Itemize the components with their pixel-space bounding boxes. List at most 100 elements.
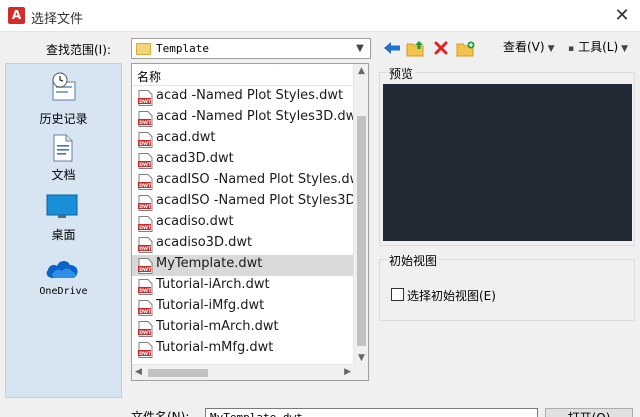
folder-icon (136, 43, 151, 55)
scroll-down-icon[interactable]: ▼ (354, 353, 368, 363)
title-bar: A 选择文件 ✕ (0, 0, 640, 32)
place-documents-label: 文档 (51, 168, 76, 182)
dwt-file-icon: DWT (138, 216, 153, 232)
file-name: Tutorial-iMfg.dwt (156, 298, 265, 313)
initial-view-checkbox[interactable] (391, 288, 404, 301)
dwt-file-icon-label: DWT (139, 120, 152, 126)
dwt-file-icon: DWT (138, 195, 153, 211)
filename-input[interactable]: MyTemplate.dwt (205, 408, 538, 417)
file-row[interactable]: DWT Tutorial-mArch.dwt (132, 318, 354, 339)
file-row[interactable]: DWT acadiso3D.dwt (132, 234, 354, 255)
vertical-scroll-thumb[interactable] (357, 116, 366, 346)
dwt-file-icon: DWT (138, 300, 153, 316)
dwt-file-icon-label: DWT (139, 225, 152, 231)
desktop-icon (46, 194, 78, 218)
view-menu-label: 查看(V) (503, 40, 545, 54)
place-documents[interactable]: 文档 (6, 132, 121, 184)
history-icon (52, 72, 76, 101)
preview-title: 预览 (387, 65, 416, 82)
file-name: acadISO -Named Plot Styles.dwt (156, 172, 366, 187)
dwt-file-icon-label: DWT (139, 183, 152, 189)
sort-up-icon: ⌃ (274, 63, 283, 72)
place-desktop[interactable]: 桌面 (6, 192, 121, 244)
dwt-file-icon-label: DWT (139, 288, 152, 294)
dwt-file-icon: DWT (138, 174, 153, 190)
open-button[interactable]: 打开(O) (545, 408, 633, 417)
file-name: acad -Named Plot Styles3D.dwt (156, 109, 362, 124)
file-row[interactable]: DWT acad -Named Plot Styles.dwt (132, 87, 354, 108)
filename-label: 文件名(N): (131, 410, 190, 417)
chevron-down-icon[interactable]: ▼ (352, 40, 368, 57)
file-name: MyTemplate.dwt (156, 256, 263, 271)
file-row[interactable]: DWT MyTemplate.dwt (132, 255, 354, 276)
file-name: acadiso3D.dwt (156, 235, 253, 250)
autocad-logo-icon: A (8, 7, 25, 24)
onedrive-icon (46, 260, 78, 278)
dwt-file-icon: DWT (138, 153, 153, 169)
dwt-file-icon-label: DWT (139, 162, 152, 168)
initial-view-title: 初始视图 (387, 252, 440, 269)
documents-icon (53, 134, 73, 162)
lookin-dropdown[interactable]: Template ▼ (131, 38, 371, 59)
up-folder-icon[interactable] (405, 38, 427, 58)
dwt-file-icon: DWT (138, 342, 153, 358)
column-header-name[interactable]: 名称 ⌃ (132, 64, 354, 86)
place-onedrive-label: OneDrive (39, 286, 88, 297)
dwt-file-icon-label: DWT (139, 267, 152, 273)
delete-icon[interactable] (430, 38, 452, 58)
file-name: Tutorial-mArch.dwt (156, 319, 279, 334)
place-desktop-label: 桌面 (51, 228, 76, 242)
file-list[interactable]: 名称 ⌃ DWT acad -Named Plot Styles.dwt DWT ac… (131, 63, 369, 381)
dwt-file-icon: DWT (138, 258, 153, 274)
preview-image (383, 84, 632, 241)
horizontal-scrollbar[interactable]: ◀ ▶ (132, 364, 354, 380)
column-header-label: 名称 (137, 70, 162, 84)
place-history[interactable]: 历史记录 (6, 70, 121, 128)
dwt-file-icon: DWT (138, 279, 153, 295)
file-row[interactable]: DWT acadISO -Named Plot Styles3D.dwt (132, 192, 368, 213)
dwt-file-icon-label: DWT (139, 246, 152, 252)
tools-menu-button[interactable]: ▪ 工具(L) ▼ (568, 38, 628, 56)
file-row[interactable]: DWT Tutorial-mMfg.dwt (132, 339, 354, 360)
places-bar: 历史记录 文档 桌面 OneDrive (5, 63, 122, 398)
file-row[interactable]: DWT acad.dwt (132, 129, 354, 150)
lookin-label: 查找范围(I): (46, 43, 111, 57)
dwt-file-icon-label: DWT (139, 141, 152, 147)
back-arrow-icon[interactable] (381, 38, 403, 58)
dwt-file-icon: DWT (138, 321, 153, 337)
scrollbar-corner (353, 364, 368, 380)
file-name: acadiso.dwt (156, 214, 234, 229)
chevron-down-icon: ▼ (547, 44, 555, 54)
file-name: acad.dwt (156, 130, 216, 145)
initial-view-checkbox-label[interactable]: 选择初始视图(E) (407, 287, 496, 304)
file-row[interactable]: DWT acad3D.dwt (132, 150, 354, 171)
separator-dot-icon: ▪ (568, 44, 575, 54)
dwt-file-icon-label: DWT (139, 330, 152, 336)
file-row[interactable]: DWT acadiso.dwt (132, 213, 354, 234)
file-row[interactable]: DWT acad -Named Plot Styles3D.dwt (132, 108, 361, 129)
horizontal-scroll-thumb[interactable] (148, 369, 208, 377)
scroll-up-icon[interactable]: ▲ (354, 66, 368, 76)
dwt-file-icon-label: DWT (139, 309, 152, 315)
tools-menu-label: 工具(L) (578, 40, 619, 54)
close-button[interactable]: ✕ (604, 0, 640, 32)
scroll-right-icon[interactable]: ▶ (344, 367, 351, 377)
dwt-file-icon: DWT (138, 111, 153, 127)
file-row[interactable]: DWT acadISO -Named Plot Styles.dwt (132, 171, 365, 192)
file-row[interactable]: DWT Tutorial-iArch.dwt (132, 276, 354, 297)
place-onedrive[interactable]: OneDrive (6, 252, 121, 304)
file-name: acad3D.dwt (156, 151, 234, 166)
vertical-scrollbar[interactable]: ▲ ▼ (353, 64, 368, 365)
scroll-left-icon[interactable]: ◀ (135, 367, 142, 377)
new-folder-icon[interactable] (455, 38, 477, 58)
dwt-file-icon: DWT (138, 90, 153, 106)
file-name: acad -Named Plot Styles.dwt (156, 88, 344, 103)
view-menu-button[interactable]: 查看(V) ▼ (503, 38, 555, 56)
dwt-file-icon-label: DWT (139, 351, 152, 357)
window-title: 选择文件 (31, 12, 84, 27)
chevron-down-icon: ▼ (621, 44, 629, 54)
dwt-file-icon-label: DWT (139, 99, 152, 105)
lookin-value: Template (156, 42, 209, 55)
dwt-file-icon-label: DWT (139, 204, 152, 210)
file-row[interactable]: DWT Tutorial-iMfg.dwt (132, 297, 354, 318)
